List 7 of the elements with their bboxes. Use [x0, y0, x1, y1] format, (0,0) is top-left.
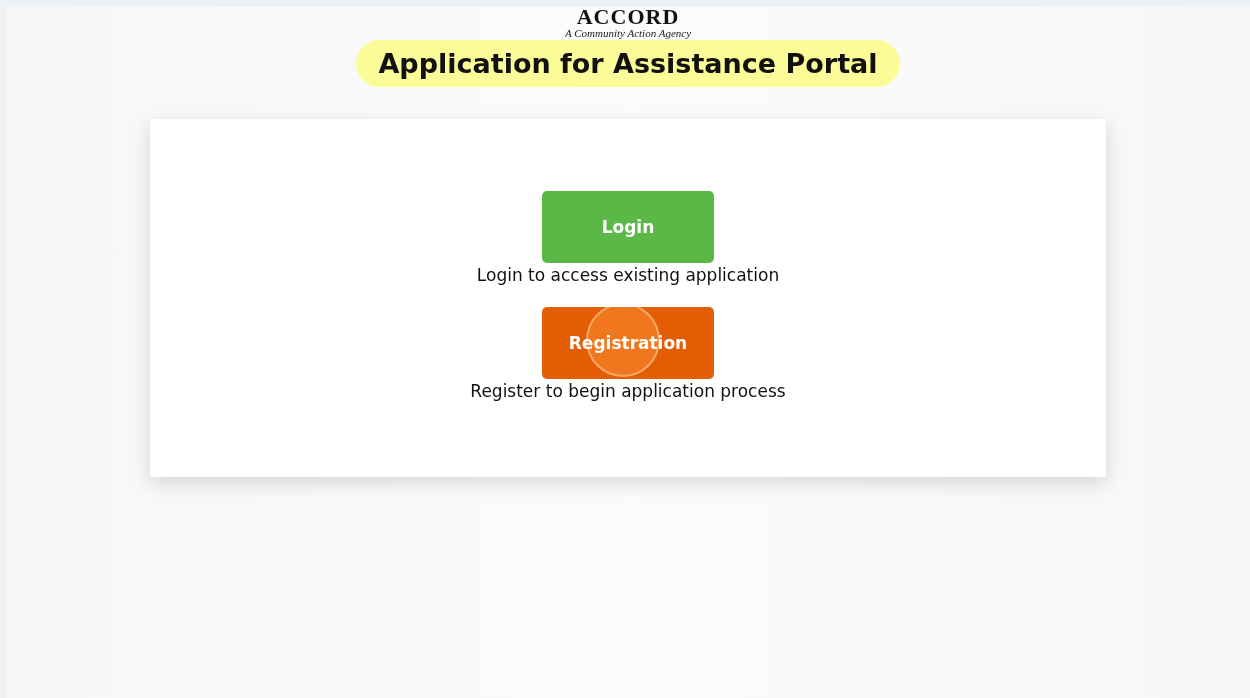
button-description: Login to access existing application [476, 265, 780, 285]
login-button[interactable]: Login [542, 191, 714, 263]
logo-tagline: A Community Action Agency [564, 26, 692, 40]
logo-wordmark: ACCORD [576, 8, 680, 26]
button-description: Register to begin application process [470, 381, 786, 401]
registration-button[interactable]: Registration [542, 307, 714, 379]
page-title: Application for Assistance Portal [356, 40, 900, 87]
